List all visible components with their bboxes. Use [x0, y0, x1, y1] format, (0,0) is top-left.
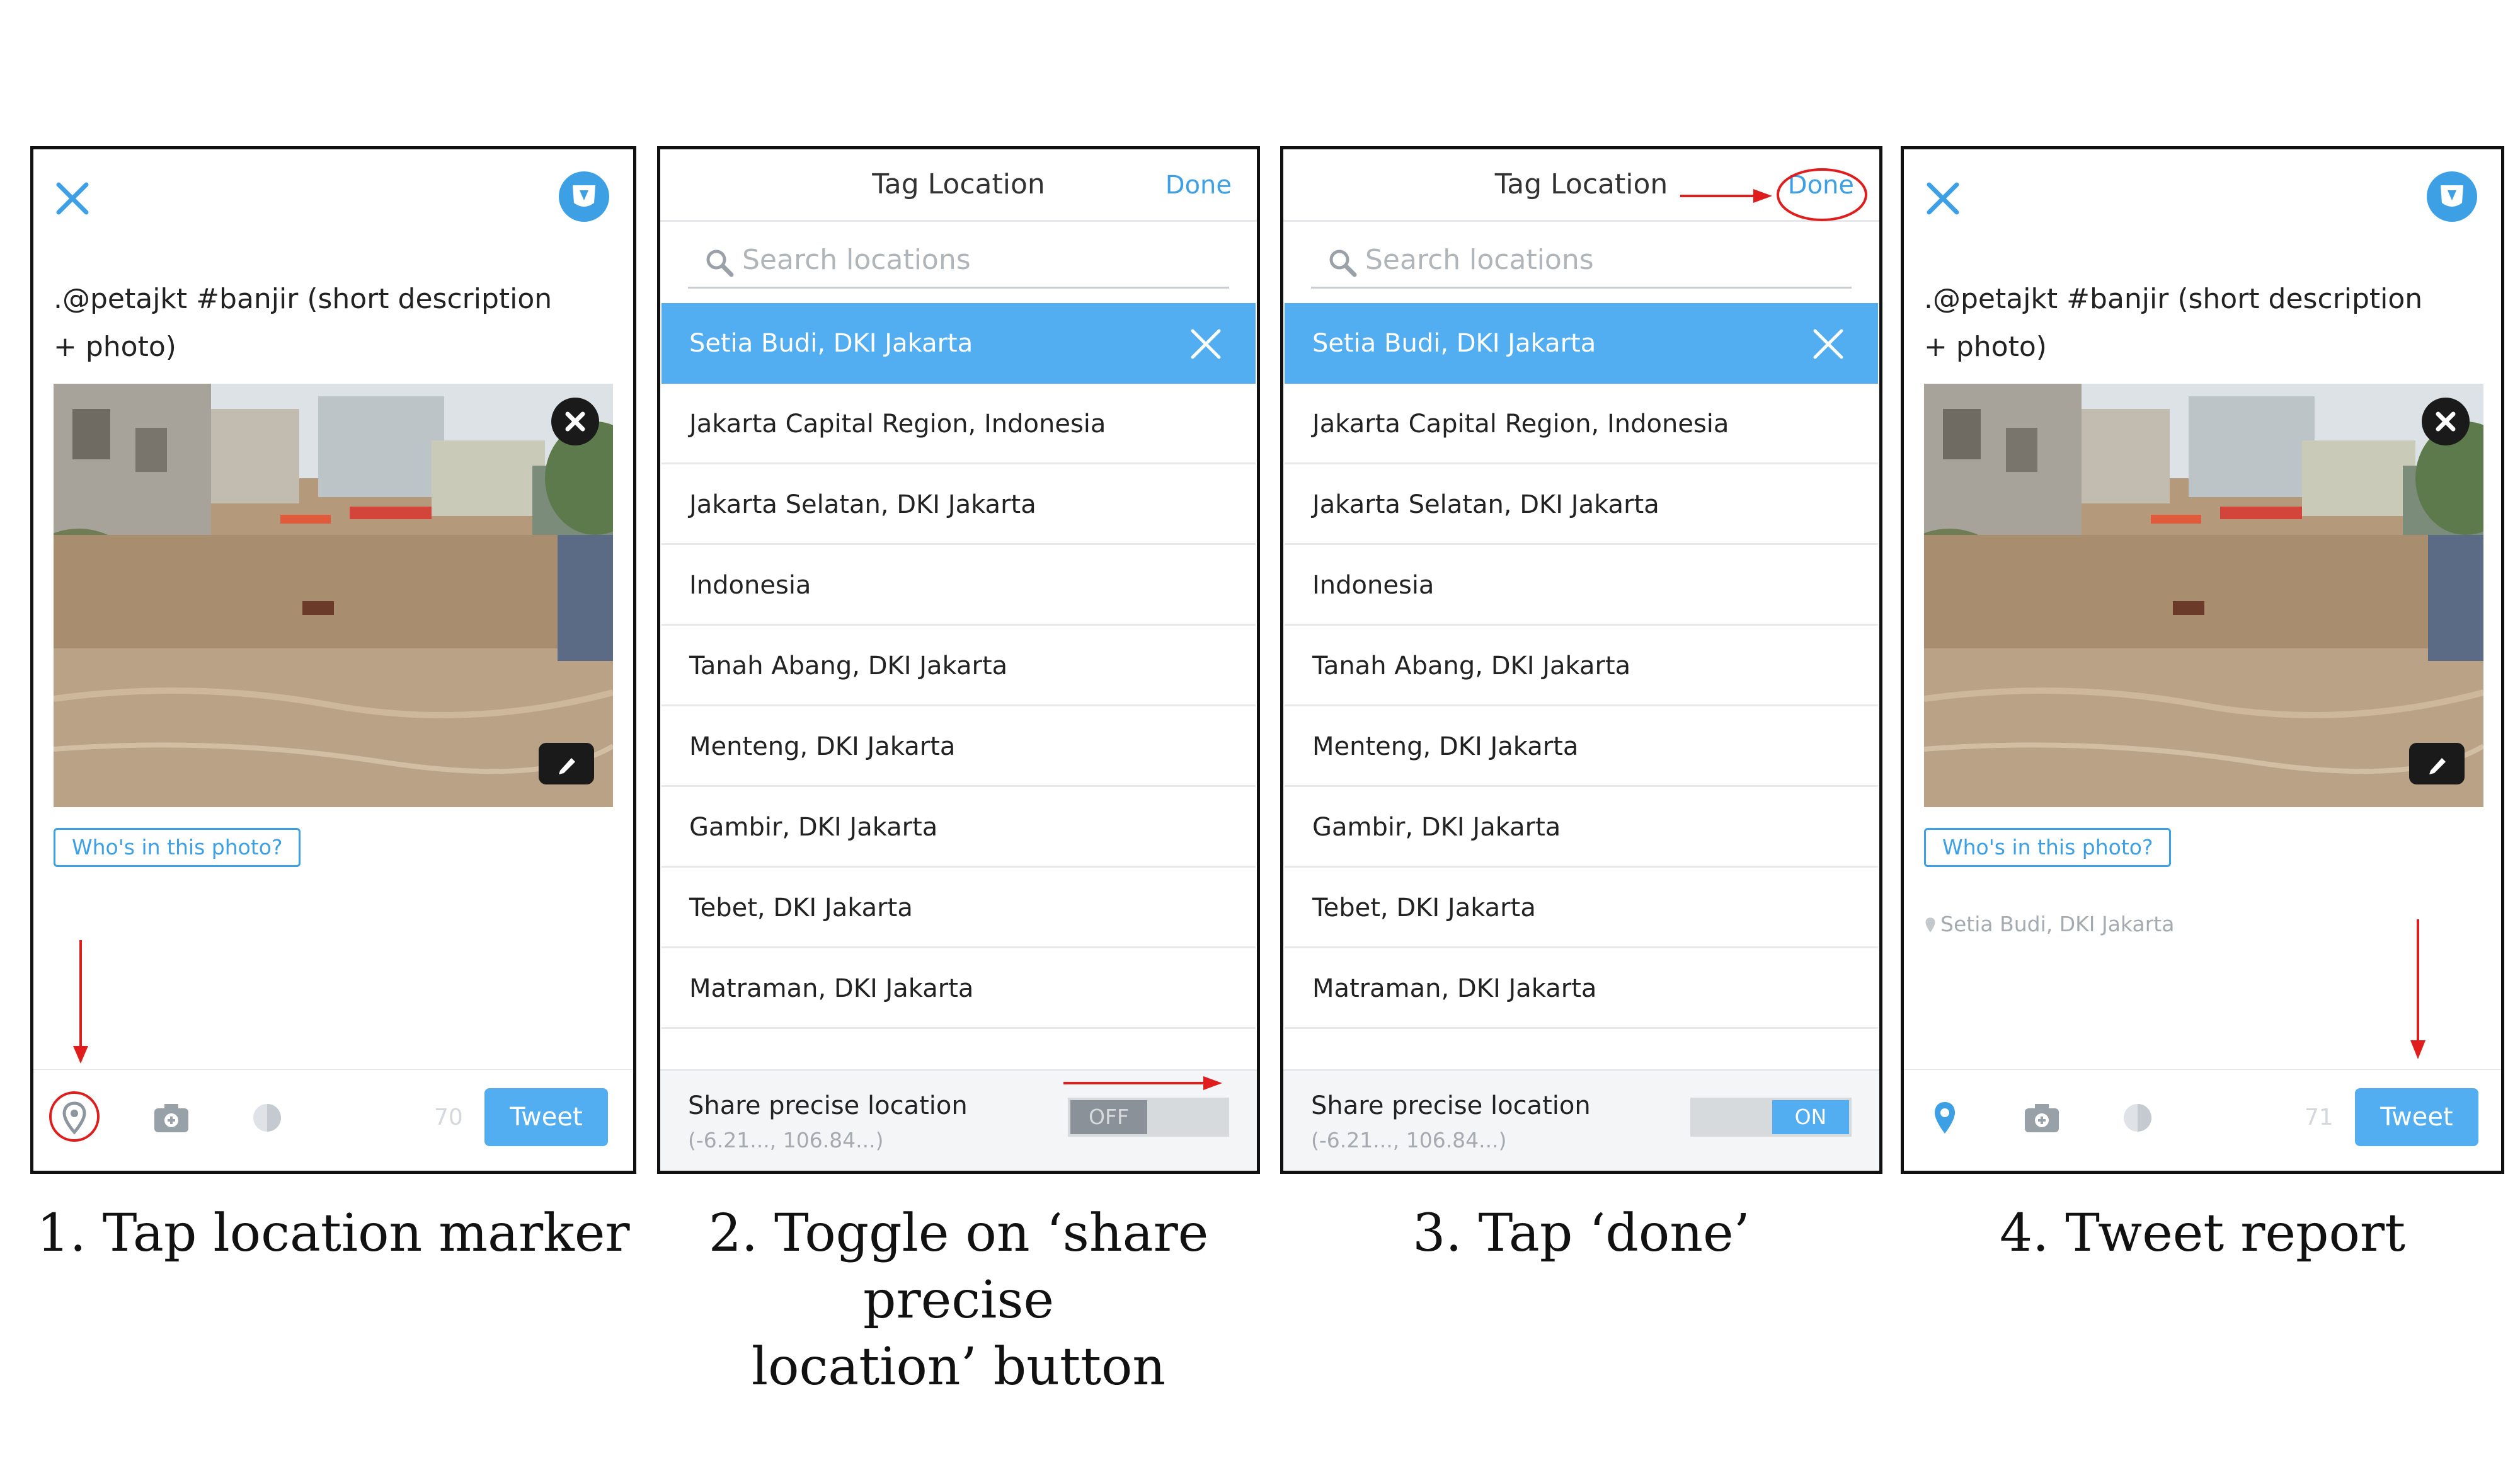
photo-close-icon[interactable] — [551, 398, 599, 445]
location-item[interactable]: Indonesia — [1285, 545, 1878, 626]
brand-shield-icon — [2427, 171, 2477, 222]
location-list: Setia Budi, DKI Jakarta Jakarta Capital … — [662, 303, 1256, 1029]
step1-caption: 1. Tap location marker — [37, 1203, 630, 1263]
tweet-button[interactable]: Tweet — [2355, 1088, 2478, 1146]
annotation-arrow-down — [2410, 919, 2426, 1059]
clear-location-icon[interactable] — [1811, 327, 1845, 361]
toggle-state: ON — [1772, 1100, 1849, 1134]
share-precise-location-label: Share precise location — [688, 1091, 968, 1120]
done-button[interactable]: Done — [1166, 171, 1232, 200]
edit-pencil-icon[interactable] — [539, 743, 594, 784]
share-location-toggle[interactable]: OFF — [1068, 1098, 1229, 1137]
search-placeholder: Search locations — [1365, 244, 1594, 276]
location-item[interactable]: Menteng, DKI Jakarta — [1285, 706, 1878, 787]
annotation-arrow-down — [73, 940, 88, 1064]
step1-compose-screen: .@petajkt #banjir (short description + p… — [30, 146, 636, 1174]
step4-caption: 4. Tweet report — [1999, 1203, 2406, 1263]
character-count: 70 — [434, 1105, 463, 1130]
location-label: Setia Budi, DKI Jakarta — [689, 329, 973, 358]
location-item[interactable]: Tanah Abang, DKI Jakarta — [662, 626, 1256, 706]
share-precise-location-label: Share precise location — [1311, 1091, 1591, 1120]
close-icon[interactable] — [1924, 180, 1962, 217]
search-placeholder: Search locations — [742, 244, 971, 276]
annotation-circle-marker — [49, 1091, 100, 1142]
compose-text[interactable]: .@petajkt #banjir (short description + p… — [1924, 275, 2441, 371]
share-coordinates: (-6.21..., 106.84...) — [688, 1128, 884, 1152]
clear-location-icon[interactable] — [1189, 327, 1223, 361]
gif-icon[interactable] — [2116, 1096, 2160, 1140]
step2-tag-location-screen: Tag Location Done Search locations Setia… — [657, 146, 1260, 1174]
toolbar-divider — [33, 1069, 633, 1070]
location-item[interactable]: Tebet, DKI Jakarta — [662, 868, 1256, 948]
edit-pencil-icon[interactable] — [2409, 743, 2465, 784]
location-item[interactable]: Tebet, DKI Jakarta — [1285, 868, 1878, 948]
location-pin-icon — [1925, 917, 1935, 933]
location-item[interactable]: Jakarta Capital Region, Indonesia — [662, 384, 1256, 464]
camera-icon[interactable] — [149, 1096, 193, 1140]
annotation-arrow-right — [1063, 1076, 1222, 1090]
location-list: Setia Budi, DKI Jakarta Jakarta Capital … — [1285, 303, 1878, 1029]
step2-caption: 2. Toggle on ‘share precise location’ bu… — [708, 1203, 1209, 1397]
location-marker-icon[interactable] — [1923, 1096, 1967, 1140]
flood-photo — [1924, 384, 2483, 807]
search-icon — [706, 250, 734, 277]
brand-shield-icon — [559, 171, 609, 222]
camera-icon[interactable] — [2020, 1096, 2064, 1140]
location-item[interactable]: Menteng, DKI Jakarta — [662, 706, 1256, 787]
photo-close-icon[interactable] — [2422, 398, 2470, 445]
share-location-toggle[interactable]: ON — [1690, 1098, 1852, 1137]
flood-photo — [54, 384, 613, 807]
tagged-location-label: Setia Budi, DKI Jakarta — [1940, 912, 2175, 936]
location-item[interactable]: Jakarta Selatan, DKI Jakarta — [662, 464, 1256, 545]
whos-in-photo-button[interactable]: Who's in this photo? — [1924, 828, 2172, 867]
location-label: Setia Budi, DKI Jakarta — [1312, 329, 1596, 358]
location-item[interactable]: Indonesia — [662, 545, 1256, 626]
whos-in-photo-button[interactable]: Who's in this photo? — [54, 828, 301, 867]
tagged-location[interactable]: Setia Budi, DKI Jakarta — [1924, 912, 2174, 936]
compose-text[interactable]: .@petajkt #banjir (short description + p… — [54, 275, 570, 371]
location-item-selected[interactable]: Setia Budi, DKI Jakarta — [1285, 303, 1878, 384]
step3-tag-location-screen: Tag Location Done Search locations Setia… — [1280, 146, 1882, 1174]
close-icon[interactable] — [54, 180, 91, 217]
search-icon — [1329, 250, 1357, 277]
location-item[interactable]: Tanah Abang, DKI Jakarta — [1285, 626, 1878, 706]
tweet-button[interactable]: Tweet — [484, 1088, 608, 1146]
character-count: 71 — [2305, 1105, 2334, 1130]
step4-compose-screen: .@petajkt #banjir (short description + p… — [1901, 146, 2504, 1174]
location-item[interactable]: Gambir, DKI Jakarta — [662, 787, 1256, 868]
location-item[interactable]: Jakarta Selatan, DKI Jakarta — [1285, 464, 1878, 545]
location-item-selected[interactable]: Setia Budi, DKI Jakarta — [662, 303, 1256, 384]
location-item[interactable]: Matraman, DKI Jakarta — [662, 948, 1256, 1029]
toolbar-divider — [1904, 1069, 2501, 1070]
location-item[interactable]: Jakarta Capital Region, Indonesia — [1285, 384, 1878, 464]
location-item[interactable]: Gambir, DKI Jakarta — [1285, 787, 1878, 868]
toggle-state: OFF — [1070, 1100, 1147, 1134]
search-input[interactable]: Search locations — [688, 235, 1229, 289]
annotation-arrow-to-done — [1680, 168, 1867, 221]
share-precise-location-row: Share precise location (-6.21..., 106.84… — [1283, 1069, 1879, 1171]
search-input[interactable]: Search locations — [1311, 235, 1852, 289]
step3-caption: 3. Tap ‘done’ — [1412, 1203, 1750, 1263]
share-coordinates: (-6.21..., 106.84...) — [1311, 1128, 1507, 1152]
location-item[interactable]: Matraman, DKI Jakarta — [1285, 948, 1878, 1029]
tag-location-header: Tag Location Done — [660, 149, 1257, 222]
gif-icon[interactable] — [245, 1096, 289, 1140]
